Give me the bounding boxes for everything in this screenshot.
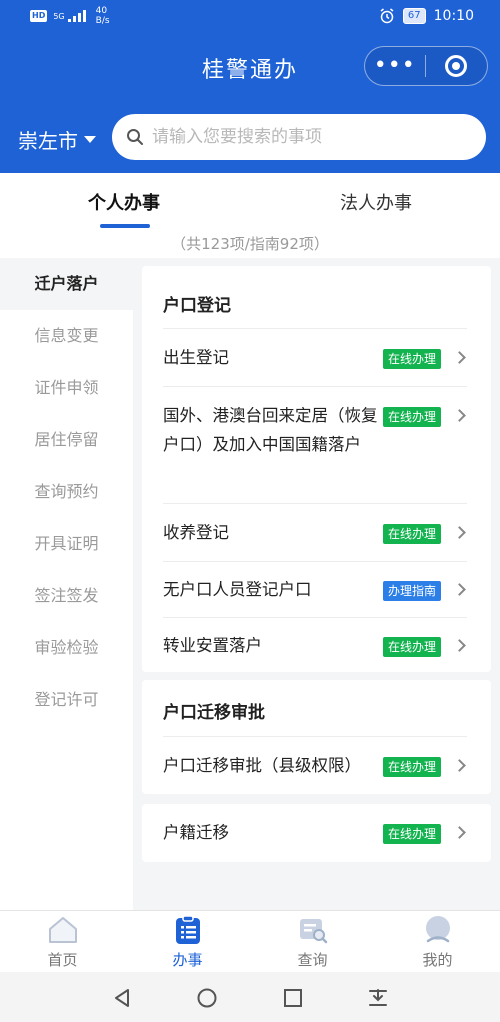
list-item[interactable]: 出生登记 在线办理 — [163, 328, 467, 386]
system-navigation-bar — [0, 972, 500, 1022]
city-label: 崇左市 — [18, 129, 78, 153]
search-doc-icon — [300, 919, 328, 944]
list-item[interactable]: 户口迁移审批（县级权限） 在线办理 — [163, 736, 467, 794]
net-speed: 40 B/s — [96, 6, 110, 26]
sidebar-item-query-booking[interactable]: 查询预约 — [0, 466, 133, 518]
status-badge: 在线办理 — [383, 524, 442, 544]
sidebar-item-inspection[interactable]: 审验检验 — [0, 622, 133, 674]
sidebar-item-id-apply[interactable]: 证件申领 — [0, 362, 133, 414]
user-icon — [426, 916, 450, 943]
signal-icon — [67, 10, 86, 22]
status-bar: HD 5G 40 B/s 67 10:10 — [0, 0, 500, 34]
service-tabs: 个人办事 法人办事 （共123项/指南92项） — [0, 173, 500, 258]
mini-program-capsule: ••• — [364, 46, 488, 86]
status-left: HD 5G 40 B/s — [30, 6, 110, 26]
chevron-right-icon — [453, 583, 466, 596]
chevron-right-icon — [453, 639, 466, 652]
category-sidebar: 迁户落户 信息变更 证件申领 居住停留 查询预约 开具证明 签注签发 审验检验 … — [0, 258, 133, 910]
status-badge: 在线办理 — [383, 637, 442, 657]
list-item[interactable]: 户籍迁移 在线办理 — [163, 804, 467, 862]
alarm-icon — [380, 8, 394, 24]
chevron-right-icon — [453, 826, 466, 839]
clipboard-icon — [176, 915, 200, 944]
nav-label: 办事 — [172, 951, 203, 969]
target-icon — [445, 55, 468, 77]
recents-icon[interactable] — [281, 986, 305, 1010]
notification-pull-icon[interactable] — [366, 986, 390, 1010]
sidebar-item-migration[interactable]: 迁户落户 — [0, 258, 133, 310]
chevron-right-icon — [453, 351, 466, 364]
net-speed-unit: B/s — [95, 16, 110, 26]
chevron-right-icon — [453, 526, 466, 539]
service-list: 户口登记 出生登记 在线办理 国外、港澳台回来定居（恢复户口）及加入中国国籍落户… — [133, 258, 500, 910]
item-label: 出生登记 — [163, 348, 229, 367]
list-item[interactable]: 无户口人员登记户口 办理指南 — [163, 561, 467, 617]
search-bar[interactable] — [112, 114, 486, 160]
header: HD 5G 40 B/s 67 10:10 桂警通办 ••• 崇左市 请输入您要… — [0, 0, 500, 173]
nav-home[interactable]: 首页 — [0, 911, 125, 973]
net-speed-value: 40 — [95, 6, 108, 16]
more-button[interactable]: ••• — [365, 55, 425, 77]
tab-personal[interactable]: 个人办事 — [88, 189, 160, 215]
list-item[interactable]: 转业安置落户 在线办理 — [163, 617, 467, 672]
item-label: 无户口人员登记户口 — [163, 580, 312, 599]
back-icon[interactable] — [110, 986, 134, 1010]
status-right: 67 10:10 — [379, 8, 474, 24]
sidebar-item-residence[interactable]: 居住停留 — [0, 414, 133, 466]
close-button[interactable] — [426, 55, 488, 77]
clock: 10:10 — [433, 8, 474, 24]
status-badge: 在线办理 — [383, 407, 442, 427]
network-indicator: 5G — [53, 10, 89, 22]
chevron-right-icon — [453, 759, 466, 772]
card-title: 户口迁移审批 — [163, 703, 265, 723]
item-label: 转业安置落户 — [163, 636, 262, 655]
bottom-tab-bar: 首页 办事 查询 我的 — [0, 910, 500, 972]
item-label: 收养登记 — [163, 523, 229, 542]
sidebar-item-certificate[interactable]: 开具证明 — [0, 518, 133, 570]
item-count: （共123项/指南92项） — [171, 235, 329, 253]
nav-profile[interactable]: 我的 — [375, 911, 500, 973]
status-badge: 在线办理 — [383, 349, 442, 369]
nav-query[interactable]: 查询 — [250, 911, 375, 973]
guide-badge: 办理指南 — [383, 581, 442, 601]
hd-badge: HD — [30, 10, 48, 22]
nav-services[interactable]: 办事 — [125, 911, 250, 973]
city-selector[interactable]: 崇左市 — [18, 125, 96, 154]
search-input[interactable] — [152, 127, 472, 147]
list-item[interactable]: 收养登记 在线办理 — [163, 503, 467, 561]
card-hukou-registration: 户口登记 出生登记 在线办理 国外、港澳台回来定居（恢复户口）及加入中国国籍落户… — [142, 266, 491, 672]
nav-label: 查询 — [297, 951, 328, 969]
card-hukou-transfer-approval: 户口迁移审批 户口迁移审批（县级权限） 在线办理 — [142, 680, 491, 794]
sidebar-item-info-change[interactable]: 信息变更 — [0, 310, 133, 362]
item-label: 国外、港澳台回来定居（恢复户口）及加入中国国籍落户 — [163, 406, 378, 454]
tab-legal[interactable]: 法人办事 — [340, 189, 412, 215]
status-badge: 在线办理 — [383, 824, 442, 844]
status-badge: 在线办理 — [383, 757, 442, 777]
sidebar-item-endorsement[interactable]: 签注签发 — [0, 570, 133, 622]
tab-active-indicator — [100, 224, 150, 228]
sidebar-item-license[interactable]: 登记许可 — [0, 674, 133, 726]
card-title: 户口登记 — [163, 296, 231, 316]
search-icon — [127, 129, 143, 145]
caret-down-icon — [84, 136, 96, 143]
network-type: 5G — [53, 12, 65, 21]
battery-icon: 67 — [402, 8, 426, 24]
nav-label: 我的 — [422, 951, 453, 969]
chevron-right-icon — [453, 409, 466, 422]
card-household-transfer: 户籍迁移 在线办理 — [142, 804, 491, 862]
nav-label: 首页 — [47, 951, 78, 969]
home-icon — [49, 917, 77, 943]
item-label: 户籍迁移 — [163, 823, 229, 842]
list-item[interactable]: 国外、港澳台回来定居（恢复户口）及加入中国国籍落户 在线办理 — [163, 386, 467, 503]
home-circle-icon[interactable] — [195, 986, 219, 1010]
item-label: 户口迁移审批（县级权限） — [163, 756, 361, 775]
